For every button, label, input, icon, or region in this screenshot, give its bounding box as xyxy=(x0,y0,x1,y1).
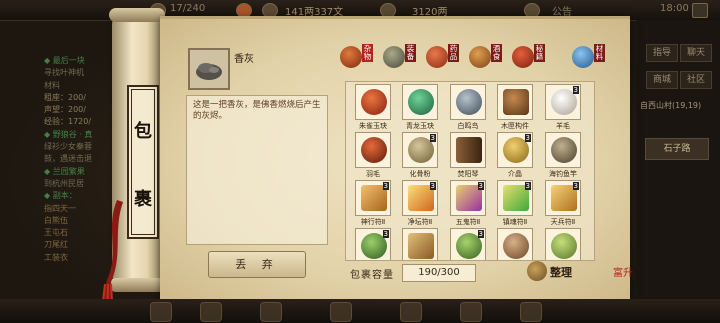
item-slot[interactable] xyxy=(402,84,438,120)
seal-stamp: 富升 xyxy=(613,268,633,279)
item-slot[interactable] xyxy=(497,228,533,260)
game-screen: 17/240 141两337文 3120两 公告 18:00 ◆ 最后一块 寻找… xyxy=(0,0,720,323)
inventory-grid[interactable]: 3 3 3 3 3 3 3 3 3 3 朱雀玉玦 青龙玉玦 白鸣鸟 木匣构件 羊… xyxy=(345,81,595,261)
menu-icon[interactable] xyxy=(520,302,542,322)
wooden-box-part-icon xyxy=(503,89,529,115)
selected-item-slot xyxy=(188,48,230,90)
mushroom-icon xyxy=(503,233,529,259)
item-slot[interactable] xyxy=(450,132,486,168)
selected-item-name: 香灰 xyxy=(234,54,254,65)
medicine-icon xyxy=(426,46,448,68)
menu-icon[interactable] xyxy=(330,302,352,322)
item-slot[interactable]: 3 xyxy=(402,132,438,168)
chat-button[interactable]: 聊天 xyxy=(680,44,712,62)
tab-material[interactable]: 材料 xyxy=(570,42,610,74)
menu-icon[interactable] xyxy=(200,302,222,322)
capacity-value: 190/300 xyxy=(402,264,476,282)
tab-label: 药品 xyxy=(448,44,459,62)
vermilion-bird-jade-icon xyxy=(361,89,387,115)
item-slot[interactable]: 3 xyxy=(450,228,486,260)
leaf-icon xyxy=(551,233,577,259)
item-name: 镇魂符Ⅱ xyxy=(502,218,528,226)
capacity-label: 包裹容量 xyxy=(350,270,394,281)
item-name: 青龙玉玦 xyxy=(406,122,434,130)
path-button[interactable]: 石子路 xyxy=(645,138,709,160)
item-name: 羊毛 xyxy=(556,122,570,130)
tab-label: 装备 xyxy=(405,44,416,62)
tab-medicine[interactable]: 药品 xyxy=(424,42,464,74)
item-slot[interactable]: 3 xyxy=(497,132,533,168)
white-bird-icon xyxy=(456,89,482,115)
location-text: 自西山村(19,19) xyxy=(640,101,702,110)
item-name: 木匣构件 xyxy=(501,122,529,130)
item-name: 白鸣鸟 xyxy=(457,122,479,130)
item-slot[interactable] xyxy=(497,84,533,120)
fishing-rod-icon xyxy=(551,137,577,163)
item-slot[interactable]: 3 xyxy=(402,180,438,216)
inventory-title-plaque: 包 裹 xyxy=(127,85,159,239)
item-slot[interactable]: 3 xyxy=(545,84,581,120)
tab-label: 酒食 xyxy=(491,44,502,62)
item-name: 焚阳琴 xyxy=(457,170,479,178)
title-char: 裹 xyxy=(134,189,152,210)
tab-manual[interactable]: 秘籍 xyxy=(510,42,550,74)
scroll-cap-top xyxy=(109,8,165,22)
item-slot[interactable]: 3 xyxy=(355,228,391,260)
item-slot[interactable] xyxy=(545,228,581,260)
community-button[interactable]: 社区 xyxy=(680,71,712,89)
food-icon xyxy=(469,46,491,68)
zither-icon xyxy=(456,137,482,163)
menu-icon[interactable] xyxy=(400,302,422,322)
tab-misc[interactable]: 杂物 xyxy=(338,42,378,74)
shop-button[interactable]: 商城 xyxy=(646,71,678,89)
item-name: 朱雀玉玦 xyxy=(359,122,387,130)
scroll-icon xyxy=(408,233,434,259)
item-name: 羽毛 xyxy=(366,170,380,178)
exp-text: 17/240 xyxy=(170,3,206,14)
feather-icon xyxy=(361,137,387,163)
tab-equipment[interactable]: 装备 xyxy=(381,42,421,74)
menu-icon[interactable] xyxy=(260,302,282,322)
sort-button[interactable]: 整理 xyxy=(550,264,572,280)
item-slot[interactable] xyxy=(355,132,391,168)
item-name: 天兵符Ⅱ xyxy=(550,218,576,226)
item-name: 化骨粉 xyxy=(409,170,431,178)
item-name: 净坛符Ⅱ xyxy=(407,218,433,226)
menu-icon[interactable] xyxy=(150,302,172,322)
battery-icon xyxy=(692,3,708,18)
item-slot[interactable] xyxy=(402,228,438,260)
manual-icon xyxy=(512,46,534,68)
item-slot[interactable]: 3 xyxy=(497,180,533,216)
item-description: 这是一把香灰，是佛香燃烧后产生的灰烬。 xyxy=(193,100,321,121)
pouch-icon[interactable] xyxy=(527,261,547,281)
equipment-icon xyxy=(383,46,405,68)
tab-label: 材料 xyxy=(594,44,605,62)
title-char: 包 xyxy=(134,121,152,142)
item-name: 神行符Ⅱ xyxy=(360,218,386,226)
incense-ash-icon xyxy=(196,63,222,80)
tab-label: 秘籍 xyxy=(534,44,545,62)
bottom-bar xyxy=(0,299,720,323)
clock-text: 18:00 xyxy=(660,3,689,14)
item-slot[interactable]: 3 xyxy=(355,180,391,216)
item-slot[interactable]: 3 xyxy=(450,180,486,216)
menu-icon[interactable] xyxy=(460,302,482,322)
item-slot[interactable] xyxy=(355,84,391,120)
guide-button[interactable]: 指导 xyxy=(646,44,678,62)
azure-dragon-jade-icon xyxy=(408,89,434,115)
item-name: 海钓鱼竿 xyxy=(549,170,577,178)
item-slot[interactable]: 3 xyxy=(545,180,581,216)
item-slot[interactable] xyxy=(450,84,486,120)
item-slot[interactable] xyxy=(545,132,581,168)
tab-label: 杂物 xyxy=(362,44,373,62)
item-name: 五鬼符Ⅱ xyxy=(455,218,481,226)
tab-food[interactable]: 酒食 xyxy=(467,42,507,74)
material-icon xyxy=(572,46,594,68)
drop-button[interactable]: 丢 弃 xyxy=(208,251,306,278)
item-name: 介晶 xyxy=(508,170,522,178)
background-right-panel xyxy=(636,20,720,323)
misc-icon xyxy=(340,46,362,68)
